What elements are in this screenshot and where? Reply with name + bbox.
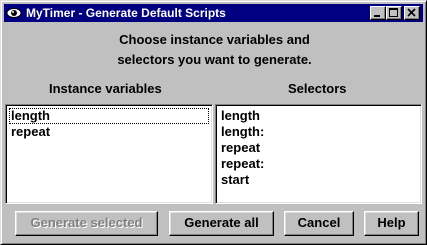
maximize-button[interactable] bbox=[386, 6, 402, 20]
selectors-listbox[interactable]: length length: repeat repeat: start bbox=[215, 104, 422, 204]
instructions-line-1: Choose instance variables and bbox=[119, 32, 310, 47]
help-button[interactable]: Help bbox=[364, 211, 419, 236]
generate-selected-button[interactable]: Generate selected bbox=[15, 211, 158, 236]
maximize-icon bbox=[389, 8, 398, 17]
list-item[interactable]: length bbox=[9, 108, 209, 124]
minimize-button[interactable] bbox=[370, 6, 386, 20]
generate-all-button[interactable]: Generate all bbox=[169, 211, 274, 236]
dialog-window: MyTimer - Generate Default Scripts Choos… bbox=[0, 0, 427, 245]
list-item[interactable]: repeat: bbox=[219, 156, 418, 172]
minimize-icon bbox=[374, 15, 380, 17]
list-item[interactable]: repeat bbox=[219, 140, 418, 156]
list-item[interactable]: length bbox=[219, 108, 418, 124]
instance-variables-label: Instance variables bbox=[49, 81, 162, 96]
close-button[interactable] bbox=[404, 6, 420, 20]
close-icon bbox=[407, 8, 416, 17]
list-item[interactable]: length: bbox=[219, 124, 418, 140]
list-item[interactable]: repeat bbox=[9, 124, 209, 140]
cancel-button[interactable]: Cancel bbox=[284, 211, 354, 236]
title-bar[interactable]: MyTimer - Generate Default Scripts bbox=[4, 4, 423, 22]
eye-icon[interactable] bbox=[6, 5, 22, 21]
selectors-label: Selectors bbox=[288, 81, 347, 96]
instructions-line-2: selectors you want to generate. bbox=[117, 52, 312, 67]
list-item[interactable]: start bbox=[219, 172, 418, 188]
window-title: MyTimer - Generate Default Scripts bbox=[26, 6, 226, 20]
instructions-text: Choose instance variables and selectors … bbox=[1, 30, 427, 70]
instance-variables-listbox[interactable]: length repeat bbox=[5, 104, 213, 204]
